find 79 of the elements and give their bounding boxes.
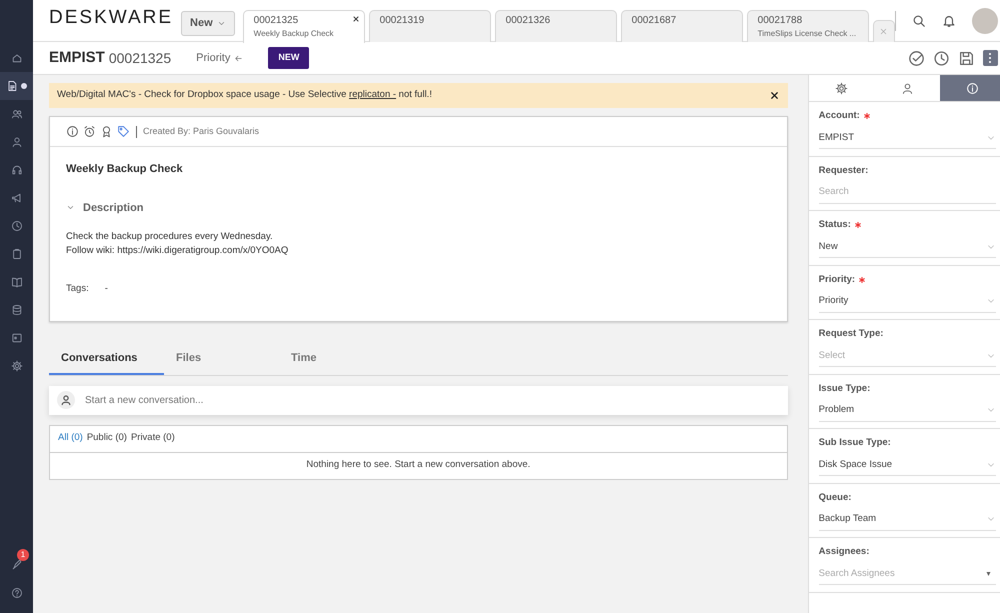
info-icon[interactable]: [66, 125, 79, 138]
alert-message: Web/Digital MAC's - Check for Dropbox space usage - Use Selective replicaton - not full.!: [57, 88, 433, 102]
settings-icon: [835, 82, 848, 94]
document-icon: [6, 80, 18, 92]
arrow-left-icon: [234, 54, 244, 62]
check-circle-icon[interactable]: [908, 50, 925, 66]
sidebar-item[interactable]: [0, 72, 33, 100]
clipboard-icon: [10, 248, 22, 260]
sidebar-item[interactable]: 1: [0, 551, 33, 579]
ticket-tab[interactable]: 00021687: [620, 10, 743, 42]
conversation-tab[interactable]: Files: [164, 344, 279, 374]
database-icon: [10, 304, 22, 316]
conversation-tab[interactable]: Time: [279, 344, 394, 374]
field-label-row-text: Requester:: [818, 164, 870, 178]
ticket-tab[interactable]: 00021319: [368, 10, 491, 42]
notification-count: 1: [17, 549, 29, 561]
megaphone-icon: [10, 192, 22, 204]
user-icon: [900, 82, 914, 94]
search-icon[interactable]: [912, 14, 926, 28]
logo: DESKWARE: [49, 6, 174, 30]
alert-link[interactable]: replicaton -: [349, 89, 396, 100]
field-label: Status:: [818, 218, 851, 232]
status-badge: NEW: [268, 47, 310, 69]
user-avatar-icon: [57, 391, 75, 409]
field-control[interactable]: Disk Space Issue: [818, 454, 996, 476]
ticket-tab[interactable]: 00021325 Weekly Backup Check: [242, 10, 365, 43]
composer-field[interactable]: Start a new conversation...: [49, 386, 788, 414]
home-icon: [10, 52, 22, 64]
field-control[interactable]: New: [818, 236, 996, 258]
bell-icon[interactable]: [942, 14, 956, 28]
field-control[interactable]: EMPIST: [818, 127, 996, 150]
close-icon[interactable]: [768, 90, 780, 101]
close-icon[interactable]: [352, 15, 360, 23]
selected-dot: [21, 83, 27, 89]
ticket-tab[interactable]: 00021326: [494, 10, 617, 42]
caret-icon: [984, 572, 992, 576]
field-label-row-text: Issue Type:: [818, 382, 872, 396]
ticket-title: Weekly Backup Check: [66, 162, 184, 177]
users-icon: [10, 108, 22, 120]
priority-link[interactable]: Priority: [195, 48, 244, 68]
description-line: Check the backup procedures every Wednesday.: [66, 230, 274, 244]
filter-link[interactable]: Public (0): [86, 431, 127, 446]
user-icon: [10, 136, 22, 148]
help-icon: [10, 587, 22, 599]
alarm-clock-icon[interactable]: [83, 125, 96, 138]
more-button[interactable]: [982, 50, 998, 66]
field-label-row-text: Sub Issue Type:: [818, 436, 892, 450]
conversation-tab[interactable]: Conversations: [49, 344, 164, 374]
settings-icon: [10, 360, 22, 372]
filter-link[interactable]: All (0): [58, 431, 83, 446]
book-icon: [10, 276, 22, 288]
field-label-row-text: Assignees:: [818, 545, 870, 559]
ticket-tab[interactable]: 00021788 TimeSlips License Check ...: [746, 10, 869, 42]
clock-icon: [10, 220, 22, 232]
filter-link[interactable]: Private (0): [130, 431, 175, 446]
tags-label: Tags:: [66, 282, 89, 296]
account-name: EMPIST: [49, 48, 105, 68]
created-by: Created By: Paris Gouvalaris: [143, 124, 260, 138]
description-toggle[interactable]: Description: [66, 200, 144, 216]
new-button[interactable]: New: [181, 11, 235, 36]
clock-icon[interactable]: [932, 50, 950, 66]
headset-icon: [10, 164, 22, 176]
save-icon[interactable]: [958, 50, 975, 66]
close-icon: [879, 27, 888, 36]
description-line: Follow wiki: https://wiki.digeratigroup.com/x/0YO0AQ: [66, 244, 290, 258]
field-label-row-text: Request Type:: [818, 327, 884, 341]
ticket-number: 00021325: [108, 48, 172, 68]
tags-value: -: [104, 282, 108, 296]
field-control[interactable]: Problem: [818, 400, 996, 422]
panel-tab[interactable]: [940, 75, 1000, 102]
info-icon: [966, 82, 980, 94]
award-icon[interactable]: [100, 125, 113, 138]
field-label: Priority:: [818, 272, 856, 286]
field-label-row-text: Queue:: [818, 490, 852, 504]
field-control[interactable]: Priority: [818, 290, 996, 313]
field-label: Account:: [818, 109, 860, 123]
empty-message: Nothing here to see. Start a new conversation above.: [306, 458, 530, 472]
tag-icon[interactable]: [117, 125, 130, 138]
field-control[interactable]: Backup Team: [818, 508, 996, 531]
